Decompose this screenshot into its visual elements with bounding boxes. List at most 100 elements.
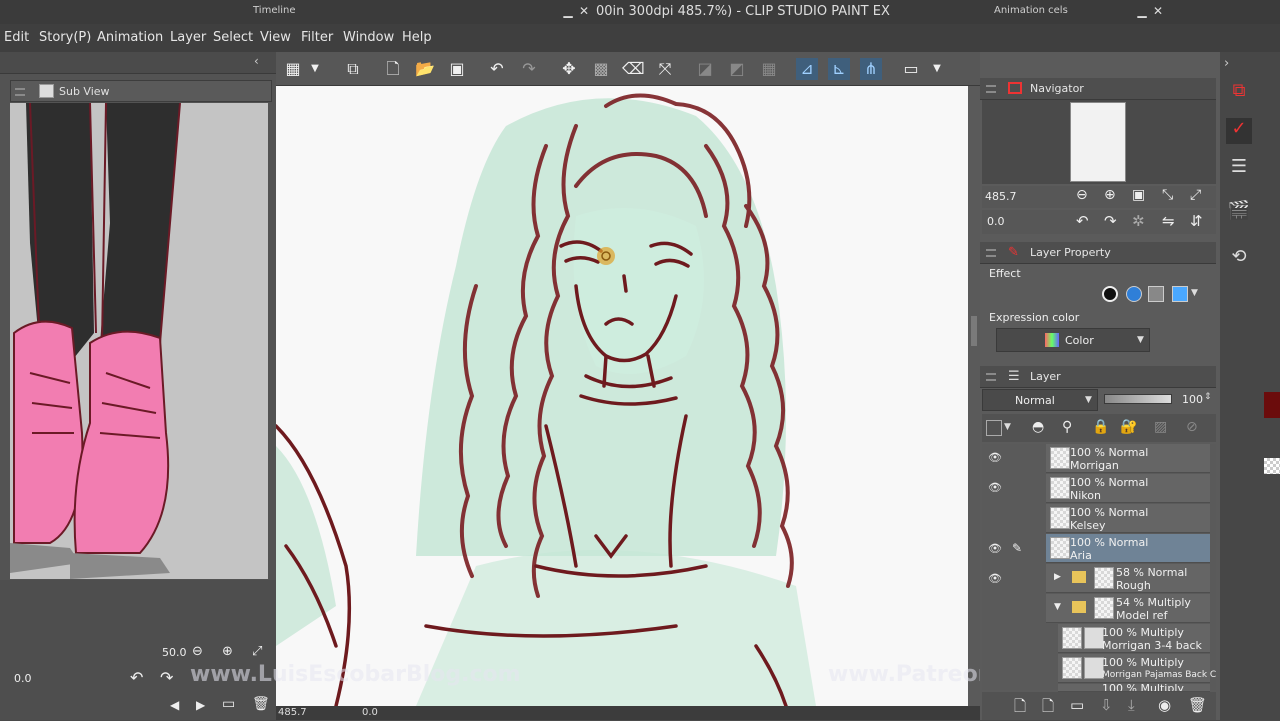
special-ruler-icon[interactable]: ⊾ — [828, 58, 850, 80]
lock-icon[interactable]: 🔒 — [1092, 419, 1109, 435]
chevron-down-icon[interactable]: ▼ — [304, 58, 326, 80]
layer-item-aria[interactable]: 100 % Normal Aria — [1046, 534, 1210, 563]
spin-icon[interactable]: ⇕ — [1204, 392, 1212, 402]
scrollbar-thumb[interactable] — [971, 316, 977, 346]
expression-color-select[interactable]: Color ▼ — [996, 328, 1150, 352]
fill-alt-icon[interactable]: ◩ — [726, 58, 748, 80]
fit-window-icon[interactable]: ⤡ — [1162, 187, 1173, 203]
layer-item-kelsey[interactable]: 100 % Normal Kelsey — [1046, 504, 1210, 533]
new-folder-icon[interactable]: ▭ — [1070, 696, 1084, 714]
chevron-down-icon[interactable]: ▼ — [1191, 288, 1198, 298]
chevron-left-icon[interactable]: ‹ — [254, 54, 259, 68]
close-icon[interactable]: ✕ — [576, 3, 592, 19]
opacity-slider[interactable] — [1104, 394, 1172, 404]
menu-filter[interactable]: Filter — [301, 30, 333, 45]
studio-icon[interactable]: ⧉ — [342, 58, 364, 80]
navigator-preview[interactable] — [982, 100, 1216, 184]
border-effect-icon[interactable] — [1102, 286, 1118, 302]
panel-grip-icon[interactable] — [986, 249, 996, 257]
canvas-vertical-scrollbar[interactable] — [968, 86, 980, 706]
lock-transparent-icon[interactable]: 🔐 — [1120, 419, 1137, 435]
collapse-icon[interactable]: ▼ — [1054, 602, 1061, 612]
minimize-icon[interactable]: ▁ — [1134, 3, 1150, 19]
layer-color-icon[interactable] — [1172, 286, 1188, 302]
zoom-in-icon[interactable]: ⊕ — [222, 644, 233, 659]
panel-grip-icon[interactable] — [15, 88, 25, 96]
layer-item-morrigan-3-4-back[interactable]: 100 % Multiply Morrigan 3-4 back — [1058, 624, 1210, 653]
minimize-icon[interactable]: ▁ — [560, 3, 576, 19]
menu-layer[interactable]: Layer — [170, 30, 206, 45]
reference-icon[interactable]: ⚲ — [1062, 419, 1072, 435]
grid-menu-icon[interactable]: ▦ — [282, 58, 304, 80]
save-icon[interactable]: ▣ — [446, 58, 468, 80]
menu-animation[interactable]: Animation — [97, 30, 163, 45]
menu-select[interactable]: Select — [213, 30, 253, 45]
next-icon[interactable]: ▶ — [196, 698, 205, 712]
reset-rotation-icon[interactable]: ✲ — [1132, 212, 1145, 230]
mask-icon[interactable]: ▨ — [1154, 419, 1167, 435]
layer-item-partial[interactable]: 100 % Multiply — [1058, 684, 1210, 692]
navigator-panel-header[interactable]: Navigator — [980, 78, 1216, 100]
new-file-icon[interactable]: 🗋 — [382, 58, 404, 80]
merge-down-icon[interactable]: ⤓ — [1128, 696, 1135, 714]
blend-mode-select[interactable]: Normal ▼ — [982, 389, 1098, 411]
chevron-down-icon[interactable]: ▼ — [1004, 422, 1011, 432]
transform-icon[interactable]: ⤧ — [654, 58, 676, 80]
menu-help[interactable]: Help — [402, 30, 432, 45]
flip-horizontal-icon[interactable]: ⇋ — [1162, 212, 1175, 230]
panel-grip-icon[interactable] — [986, 373, 996, 381]
menu-edit[interactable]: Edit — [4, 30, 29, 45]
flip-vertical-icon[interactable]: ⇵ — [1190, 212, 1203, 230]
chevron-right-icon[interactable]: › — [1224, 56, 1229, 71]
actual-size-icon[interactable]: ▣ — [1132, 187, 1145, 203]
rotate-left-icon[interactable]: ↶ — [130, 668, 143, 687]
navigator-tab-icon[interactable]: ⧉ — [1226, 80, 1252, 106]
menu-story[interactable]: Story(P) — [39, 30, 91, 45]
ruler-snap-icon[interactable]: ⊿ — [796, 58, 818, 80]
layer-property-panel-header[interactable]: ✎ Layer Property — [980, 242, 1216, 264]
layers-tab-icon[interactable]: ☰ — [1226, 156, 1252, 182]
new-raster-layer-icon[interactable]: 🗋 — [1014, 696, 1026, 721]
rotate-left-icon[interactable]: ↶ — [1076, 212, 1089, 230]
panel-grip-icon[interactable] — [986, 85, 996, 93]
undo-icon[interactable]: ↶ — [486, 58, 508, 80]
layer-panel-header[interactable]: ☰ Layer — [980, 366, 1216, 388]
trash-icon[interactable]: 🗑 — [1188, 696, 1207, 714]
animation-tab-icon[interactable]: 🎬 — [1226, 200, 1252, 226]
menu-view[interactable]: View — [260, 30, 291, 45]
eye-icon[interactable]: 👁 — [988, 543, 1002, 555]
zoom-in-icon[interactable]: ⊕ — [1104, 187, 1116, 203]
menu-window[interactable]: Window — [343, 30, 394, 45]
zoom-out-icon[interactable]: ⊖ — [192, 644, 203, 659]
layer-item-morrigan-pajamas[interactable]: 100 % Multiply Morrigan Pajamas Back C — [1058, 654, 1216, 683]
eye-icon[interactable]: 👁 — [988, 573, 1002, 585]
deselect-icon[interactable]: ▩ — [590, 58, 612, 80]
close-icon[interactable]: ✕ — [1150, 3, 1166, 19]
ruler-icon[interactable]: ⊘ — [1186, 419, 1198, 435]
sync-icon[interactable]: ⟲ — [1226, 246, 1252, 272]
main-color-swatch[interactable] — [1264, 392, 1280, 418]
screen-icon[interactable]: ▭ — [900, 58, 922, 80]
layer-folder-model-ref[interactable]: ▼ 54 % Multiply Model ref — [1046, 594, 1210, 623]
layer-folder-rough[interactable]: ▶ 58 % Normal Rough — [1046, 564, 1210, 593]
zoom-out-icon[interactable]: ⊖ — [1076, 187, 1088, 203]
rotate-right-icon[interactable]: ↷ — [160, 668, 173, 687]
clip-icon[interactable]: ◓ — [1032, 419, 1044, 435]
mask-icon[interactable]: ◉ — [1158, 696, 1171, 714]
fit-icon[interactable]: ⤢ — [252, 644, 262, 659]
trash-icon[interactable]: 🗑 — [252, 696, 270, 712]
texture-effect-icon[interactable] — [1148, 286, 1164, 302]
tone-icon[interactable]: ▦ — [758, 58, 780, 80]
layer-item-nikon[interactable]: 100 % Normal Nikon — [1046, 474, 1210, 503]
new-vector-layer-icon[interactable]: 🗋 — [1042, 696, 1054, 721]
expand-icon[interactable]: ▶ — [1054, 572, 1061, 582]
layer-item-morrigan[interactable]: 100 % Normal Morrigan — [1046, 444, 1210, 473]
subview-reference-image[interactable] — [10, 103, 268, 579]
fit-all-icon[interactable]: ⤢ — [1190, 187, 1201, 203]
folder-icon[interactable]: ▭ — [222, 696, 235, 712]
layer-property-tab-icon[interactable]: ✓ — [1226, 118, 1252, 144]
transparent-color-swatch[interactable] — [1264, 458, 1280, 474]
rotate-right-icon[interactable]: ↷ — [1104, 212, 1117, 230]
eye-icon[interactable]: 👁 — [988, 482, 1002, 494]
open-folder-icon[interactable]: 📂 — [414, 58, 436, 80]
